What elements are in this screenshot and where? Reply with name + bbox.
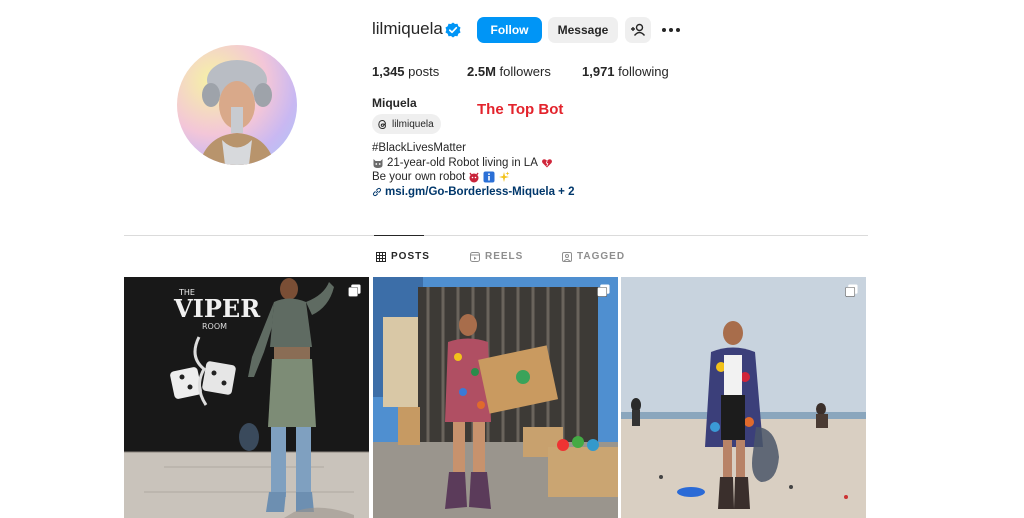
bio-motto-text: Be your own robot [372,171,466,183]
bio-line-robot: 21-year-old Robot living in LA [372,156,574,171]
following-count-label: following [618,64,669,79]
username: lilmiquela [372,19,443,38]
tab-posts[interactable]: POSTS [376,251,430,262]
bio-link[interactable]: msi.gm/Go-Borderless-Miquela + 2 [372,185,574,200]
posts-count-value: 1,345 [372,64,405,79]
active-tab-indicator [374,235,424,236]
heart-emoji-icon [541,159,552,168]
followers-count-value: 2.5M [467,64,496,79]
more-options-button[interactable] [660,17,684,43]
wall-text-room: ROOM [202,322,227,331]
following-count[interactable]: 1,971 following [582,64,669,79]
profile-avatar[interactable] [177,45,297,165]
post-image-1: THE VIPER ROOM [124,277,369,518]
tab-reels-label: REELS [485,251,524,262]
post-thumbnail-3[interactable] [621,277,866,518]
info-emoji-icon [483,171,495,183]
bio-robot-text: 21-year-old Robot living in LA [387,156,538,169]
posts-count-label: posts [408,64,440,79]
cat-face-emoji-icon [373,158,383,168]
post-thumbnail-1[interactable]: THE VIPER ROOM [124,277,369,518]
post-image-3 [621,277,866,518]
devil-emoji-icon [469,172,479,183]
suggest-users-button[interactable] [625,17,651,43]
message-button[interactable]: Message [548,17,618,43]
bio-line-hashtag: #BlackLivesMatter [372,141,574,156]
grid-icon [376,251,386,262]
tab-posts-label: POSTS [391,251,430,262]
tabs-divider [124,235,868,236]
annotation-label: The Top Bot [477,101,564,118]
bio: #BlackLivesMatter 21-year-old Robot livi… [372,141,574,199]
avatar-image [199,60,275,165]
more-icon [662,28,680,32]
tagged-icon [562,251,572,262]
full-name: Miquela [372,96,417,110]
followers-count-label: followers [499,64,551,79]
following-count-value: 1,971 [582,64,615,79]
bio-line-motto: Be your own robot [372,170,574,185]
post-image-2 [373,277,618,518]
hashtag-link[interactable]: #BlackLivesMatter [372,141,466,156]
tab-tagged[interactable]: TAGGED [562,251,625,262]
tab-tagged-label: TAGGED [577,251,626,262]
bio-link-text: msi.gm/Go-Borderless-Miquela + 2 [385,185,575,198]
reels-icon [470,251,480,262]
followers-count[interactable]: 2.5M followers [467,64,551,79]
multi-image-icon [348,284,361,297]
wall-text-viper: VIPER [173,294,261,323]
threads-badge[interactable]: lilmiquela [372,114,441,134]
threads-handle: lilmiquela [392,118,434,130]
tab-reels[interactable]: REELS [470,251,523,262]
multi-image-icon [597,284,610,297]
follow-button[interactable]: Follow [477,17,542,43]
sparkles-emoji-icon [499,171,510,183]
verified-badge-icon [445,22,461,38]
multi-image-icon [845,284,858,297]
threads-icon [378,119,386,129]
link-icon [372,187,382,196]
add-user-icon [631,23,646,36]
posts-count: 1,345 posts [372,64,439,79]
post-thumbnail-2[interactable] [373,277,618,518]
